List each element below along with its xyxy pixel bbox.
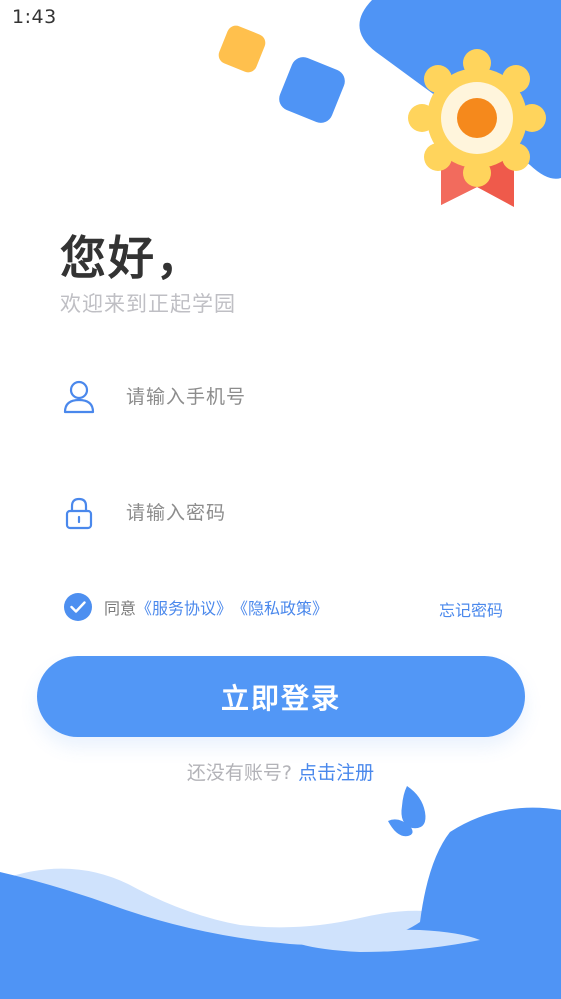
agreement-prefix: 同意: [104, 599, 137, 618]
droplet-shape: [401, 786, 426, 829]
forgot-password-link[interactable]: 忘记密码: [439, 597, 503, 621]
agreement-checkbox[interactable]: [64, 593, 92, 621]
page-title: 您好，: [60, 231, 204, 285]
phone-input[interactable]: [124, 385, 488, 409]
decorative-wave-illustration: [0, 786, 561, 999]
agreement-row: 同意 《服务协议》 《隐私政策》: [64, 593, 328, 621]
privacy-policy-link[interactable]: 《隐私政策》: [232, 595, 328, 619]
yellow-diamond-shape: [218, 25, 266, 73]
lock-icon: [60, 494, 98, 532]
login-button[interactable]: 立即登录: [37, 656, 525, 737]
service-agreement-link[interactable]: 《服务协议》: [136, 595, 232, 619]
password-field[interactable]: [60, 488, 520, 538]
welcome-subtitle: 欢迎来到正起学园: [60, 292, 236, 316]
check-icon: [70, 601, 86, 613]
blue-diamond-shape: [279, 57, 345, 123]
decorative-medal-illustration: [218, 0, 561, 207]
status-time: 1:43: [12, 6, 57, 28]
user-icon: [60, 378, 98, 416]
phone-field[interactable]: [60, 372, 520, 422]
password-input[interactable]: [124, 501, 488, 525]
